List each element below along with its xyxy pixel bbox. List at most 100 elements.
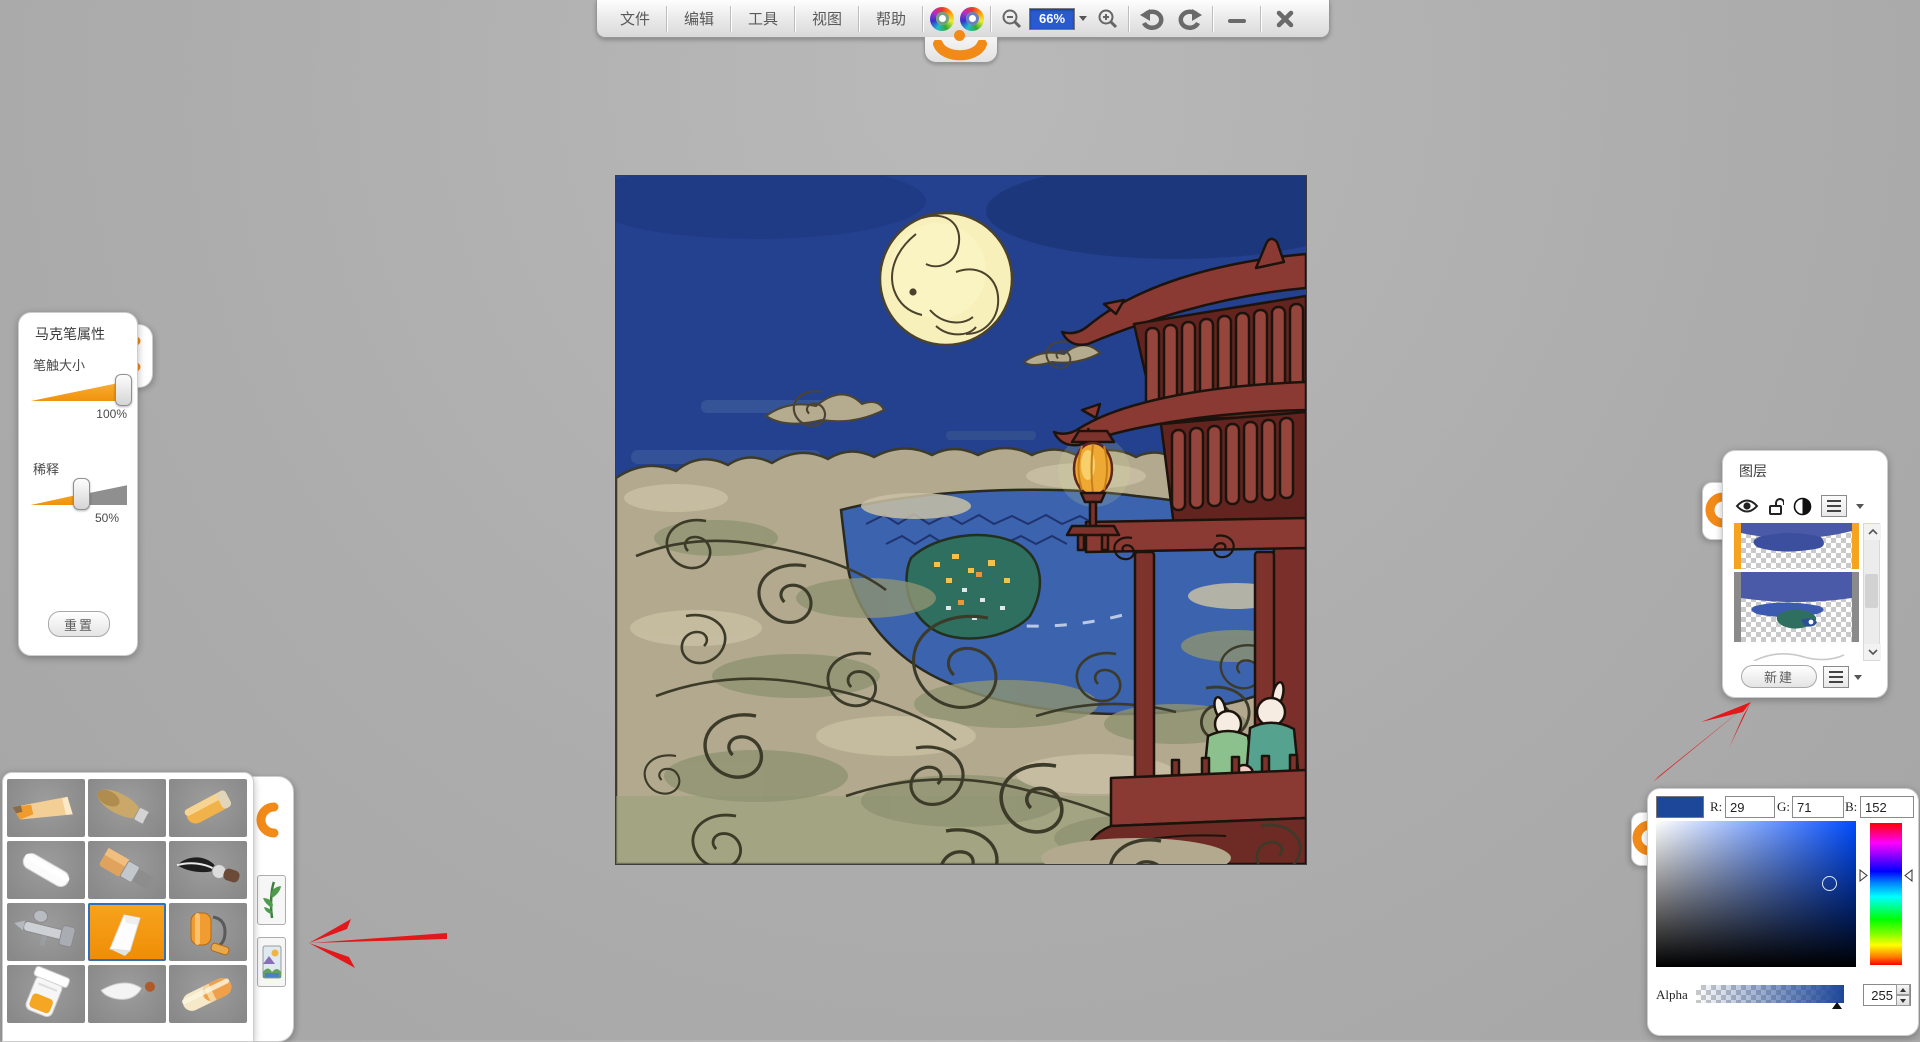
brush-size-slider-handle[interactable] xyxy=(115,374,132,406)
brush-tool-chalk[interactable] xyxy=(7,841,85,899)
app-logo-smile-icon xyxy=(932,40,988,62)
alpha-slider[interactable] xyxy=(1696,985,1844,1003)
layer-bar xyxy=(1852,572,1859,642)
green-label: G: xyxy=(1777,799,1790,815)
hue-strip[interactable] xyxy=(1870,823,1902,965)
layer-unlock-icon[interactable] xyxy=(1768,497,1784,516)
brush-set-bamboo-button[interactable] xyxy=(257,875,286,925)
pencil-icon xyxy=(7,779,85,837)
layer-thumbnail xyxy=(1741,572,1852,642)
brush-tool-paint-tube[interactable] xyxy=(7,965,85,1023)
app-logo-left-eye-icon xyxy=(930,7,954,31)
blue-input[interactable]: 152 xyxy=(1860,796,1914,818)
selected-layer-bar xyxy=(1852,523,1859,569)
menu-file[interactable]: 文件 xyxy=(607,4,663,34)
brush-tool-pencil[interactable] xyxy=(7,779,85,837)
dilution-slider-handle[interactable] xyxy=(73,478,90,510)
flat-brush-icon xyxy=(88,841,166,899)
brush-tool-airbrush[interactable] xyxy=(7,903,85,961)
reset-button[interactable]: 重置 xyxy=(48,611,110,637)
zoom-out-button[interactable] xyxy=(995,4,1029,34)
zoom-out-icon xyxy=(1001,8,1023,30)
chevron-down-icon[interactable] xyxy=(1854,675,1862,680)
green-input[interactable]: 71 xyxy=(1792,796,1844,818)
color-cursor[interactable] xyxy=(1822,876,1837,891)
brush-size-slider[interactable] xyxy=(31,379,127,401)
menu-help[interactable]: 帮助 xyxy=(863,4,919,34)
layer-blend-icon[interactable] xyxy=(1793,497,1812,516)
alpha-decrement-button[interactable] xyxy=(1896,995,1910,1006)
hue-marker-right[interactable] xyxy=(1904,869,1913,882)
undo-icon xyxy=(1139,7,1165,31)
chalk-icon xyxy=(7,841,85,899)
brush-tool-paint-roller[interactable] xyxy=(169,903,247,961)
brush-tool-palette-knife[interactable] xyxy=(88,965,166,1023)
brush-tool-marker-selected[interactable] xyxy=(88,903,166,961)
brush-tool-ink-brush[interactable] xyxy=(169,841,247,899)
bamboo-icon xyxy=(262,880,282,920)
alpha-marker[interactable] xyxy=(1832,1002,1842,1009)
red-input[interactable]: 29 xyxy=(1725,796,1775,818)
zoom-in-button[interactable] xyxy=(1091,4,1125,34)
chevron-up-icon xyxy=(1868,529,1878,535)
layer-thumbnail xyxy=(1734,645,1859,661)
dilution-label: 稀释 xyxy=(33,459,59,478)
dilution-value: 50% xyxy=(19,511,119,525)
dilution-slider[interactable] xyxy=(31,483,127,505)
redo-button[interactable] xyxy=(1171,4,1209,34)
menu-tools[interactable]: 工具 xyxy=(735,4,791,34)
alpha-increment-button[interactable] xyxy=(1896,984,1910,995)
brush-tool-wooden-brush[interactable] xyxy=(88,779,166,837)
menu-view[interactable]: 视图 xyxy=(799,4,855,34)
layers-panel-title: 图层 xyxy=(1739,461,1767,481)
layer-visibility-eye-icon[interactable] xyxy=(1735,498,1759,514)
alpha-label: Alpha xyxy=(1656,987,1688,1003)
brush-set-texture-button[interactable] xyxy=(257,937,286,987)
new-layer-button[interactable]: 新建 xyxy=(1741,665,1817,688)
redo-icon xyxy=(1177,7,1203,31)
scroll-down-button[interactable] xyxy=(1864,644,1881,660)
blue-label: B: xyxy=(1845,799,1857,815)
airbrush-icon xyxy=(7,903,85,961)
layer-list-scrollbar[interactable] xyxy=(1863,523,1880,661)
layer-item[interactable] xyxy=(1734,572,1859,642)
layer-list-menu-button[interactable] xyxy=(1823,666,1849,688)
chevron-down-icon xyxy=(1868,649,1878,655)
drawing-canvas[interactable] xyxy=(615,175,1307,865)
app-logo-right-eye-icon xyxy=(960,7,984,31)
panel-title: 马克笔属性 xyxy=(35,324,105,344)
brush-tool-flat-brush[interactable] xyxy=(88,841,166,899)
selected-layer-bar xyxy=(1734,523,1741,569)
layer-item-partial[interactable] xyxy=(1734,645,1859,661)
undo-button[interactable] xyxy=(1133,4,1171,34)
zoom-level-field[interactable]: 66% xyxy=(1029,8,1075,30)
brush-tool-eraser-stick[interactable] xyxy=(169,965,247,1023)
paint-roller-icon xyxy=(169,903,247,961)
hue-marker-left[interactable] xyxy=(1859,869,1868,882)
menu-edit[interactable]: 编辑 xyxy=(671,4,727,34)
layer-menu-button[interactable] xyxy=(1821,495,1847,517)
crayon-icon xyxy=(169,779,247,837)
minimize-icon xyxy=(1227,9,1247,29)
layers-panel: 图层 xyxy=(1722,450,1888,698)
color-picker-panel: R: 29 G: 71 B: 152 Alpha 255 xyxy=(1647,788,1919,1036)
annotation-arrow-to-brush-panel xyxy=(295,912,455,974)
saturation-value-square[interactable] xyxy=(1656,821,1856,967)
close-button[interactable] xyxy=(1265,4,1305,34)
grip-clip-icon[interactable] xyxy=(254,799,286,841)
scrollbar-thumb[interactable] xyxy=(1865,574,1878,608)
minimize-button[interactable] xyxy=(1217,4,1257,34)
zoom-dropdown[interactable] xyxy=(1075,16,1091,21)
layer-list xyxy=(1734,523,1859,661)
chevron-down-icon xyxy=(1079,16,1087,21)
close-icon xyxy=(1275,9,1295,29)
alpha-value: 255 xyxy=(1864,988,1896,1003)
brush-panel-side-tab xyxy=(250,776,294,1042)
brush-tool-crayon[interactable] xyxy=(169,779,247,837)
paint-tube-icon xyxy=(7,965,85,1023)
chevron-down-icon[interactable] xyxy=(1856,504,1864,509)
current-color-swatch xyxy=(1656,796,1704,818)
layer-item-selected[interactable] xyxy=(1734,523,1859,569)
alpha-input[interactable]: 255 xyxy=(1863,984,1911,1006)
scroll-up-button[interactable] xyxy=(1864,524,1881,540)
